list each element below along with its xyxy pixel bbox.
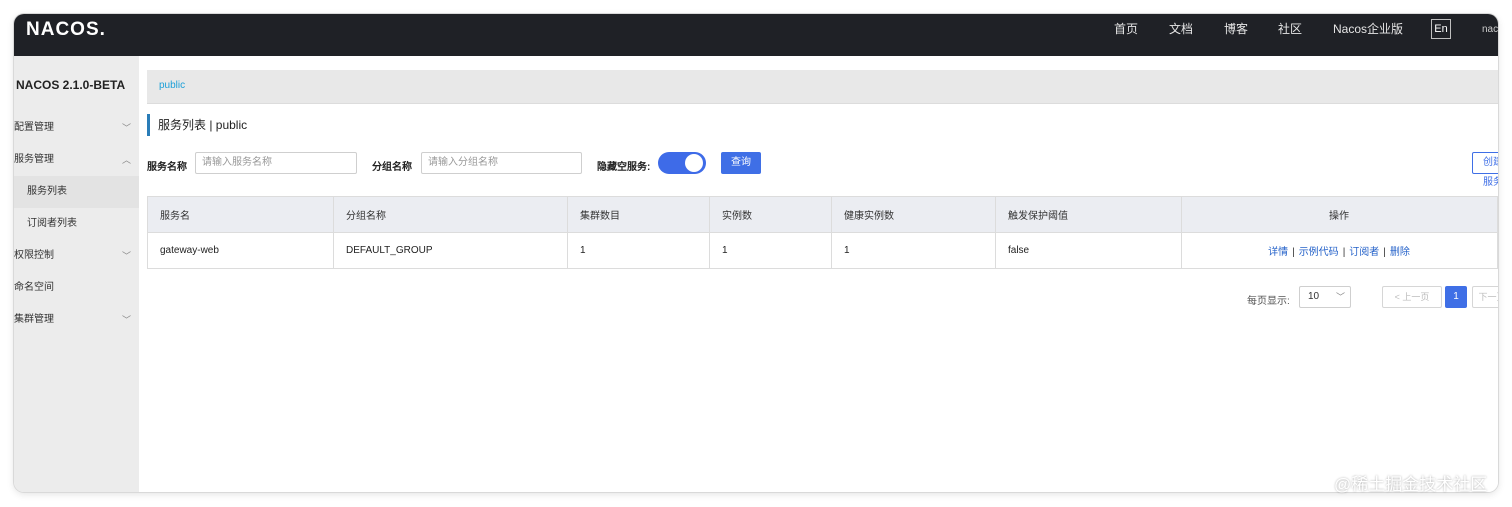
user-menu[interactable]: nacos <box>1482 24 1498 35</box>
app-window: NACOS. 首页 文档 博客 社区 Nacos企业版 En nacos NAC… <box>14 14 1498 492</box>
sidebar-item-label: 权限控制 <box>14 250 54 261</box>
nav-blog-link[interactable]: 博客 <box>1224 22 1248 36</box>
cell-protect-threshold: false <box>995 232 1182 269</box>
prev-page-button[interactable]: < 上一页 <box>1382 286 1442 308</box>
nav-docs-link[interactable]: 文档 <box>1169 22 1193 36</box>
separator: | <box>1383 247 1386 258</box>
search-button[interactable]: 查询 <box>721 152 761 174</box>
chevron-down-icon: ﹀ <box>122 251 132 261</box>
sidebar-item-service-list[interactable]: 服务列表 <box>14 176 139 208</box>
sidebar-item-label: 集群管理 <box>14 314 54 325</box>
sidebar-item-label: 服务列表 <box>27 186 67 197</box>
group-name-label: 分组名称 <box>372 162 412 173</box>
column-header: 分组名称 <box>333 196 568 233</box>
namespace-bar: public <box>147 70 1498 104</box>
namespace-tab-public[interactable]: public <box>159 80 185 91</box>
sidebar: NACOS 2.1.0-BETA 配置管理 ﹀ 服务管理 ︿ 服务列表 订阅者列… <box>14 56 139 492</box>
nacos-logo[interactable]: NACOS. <box>26 19 106 41</box>
cell-healthy-count: 1 <box>831 232 996 269</box>
sidebar-item-label: 命名空间 <box>14 282 54 293</box>
sidebar-item-namespace[interactable]: 命名空间 <box>14 272 139 304</box>
column-header: 集群数目 <box>567 196 710 233</box>
column-header: 操作 <box>1181 196 1498 233</box>
separator: | <box>1342 247 1346 258</box>
details-link[interactable]: 详情 <box>1268 247 1288 258</box>
group-name-input[interactable]: 请输入分组名称 <box>421 152 582 174</box>
column-header: 实例数 <box>709 196 832 233</box>
sidebar-item-label: 服务管理 <box>14 154 54 165</box>
main-content: public 服务列表 | public 服务名称 请输入服务名称 分组名称 请… <box>139 56 1498 492</box>
page-title: 服务列表 | public <box>147 114 247 136</box>
column-header: 触发保护阈值 <box>995 196 1182 233</box>
subscribers-link[interactable]: 订阅者 <box>1349 247 1379 258</box>
sidebar-item-cluster-management[interactable]: 集群管理 ﹀ <box>14 304 139 336</box>
toggle-knob <box>685 154 703 172</box>
chevron-down-icon: ﹀ <box>1336 292 1346 302</box>
sample-code-link[interactable]: 示例代码 <box>1299 247 1339 258</box>
table-header-row: 服务名 分组名称 集群数目 实例数 健康实例数 触发保护阈值 操作 <box>147 196 1498 233</box>
hide-empty-toggle[interactable] <box>658 152 706 174</box>
create-service-button[interactable]: 创建服务 <box>1472 152 1498 188</box>
sidebar-item-access-control[interactable]: 权限控制 ﹀ <box>14 240 139 272</box>
table-row: gateway-web DEFAULT_GROUP 1 1 1 false 详情… <box>147 232 1498 269</box>
watermark: @稀土掘金技术社区 <box>1334 475 1488 494</box>
cell-operations: 详情 | 示例代码 | 订阅者 | 删除 <box>1181 232 1498 269</box>
column-header: 健康实例数 <box>831 196 996 233</box>
per-page-label: 每页显示: <box>1247 296 1290 307</box>
page-1-button[interactable]: 1 <box>1445 286 1467 308</box>
page-size-value: 10 <box>1308 291 1320 302</box>
sidebar-item-config-management[interactable]: 配置管理 ﹀ <box>14 112 139 144</box>
nav-enterprise-link[interactable]: Nacos企业版 <box>1333 22 1403 36</box>
delete-link[interactable]: 删除 <box>1390 247 1410 258</box>
cell-instance-count: 1 <box>709 232 832 269</box>
sidebar-item-label: 配置管理 <box>14 122 54 133</box>
nav-home-link[interactable]: 首页 <box>1114 22 1138 36</box>
version-label: NACOS 2.1.0-BETA <box>16 78 126 92</box>
cell-service-name: gateway-web <box>147 232 334 269</box>
service-name-input[interactable]: 请输入服务名称 <box>195 152 357 174</box>
sidebar-item-label: 订阅者列表 <box>27 218 77 229</box>
service-table: 服务名 分组名称 集群数目 实例数 健康实例数 触发保护阈值 操作 gatewa… <box>147 196 1498 269</box>
cell-cluster-count: 1 <box>567 232 710 269</box>
chevron-down-icon: ﹀ <box>122 315 132 325</box>
nav-community-link[interactable]: 社区 <box>1278 22 1302 36</box>
sidebar-item-subscriber-list[interactable]: 订阅者列表 <box>14 208 139 240</box>
chevron-down-icon: ﹀ <box>122 123 132 133</box>
language-switch-button[interactable]: En <box>1431 19 1451 39</box>
column-header: 服务名 <box>147 196 334 233</box>
hide-empty-label: 隐藏空服务: <box>597 162 651 173</box>
next-page-button[interactable]: 下一页 <box>1472 286 1498 308</box>
service-name-label: 服务名称 <box>147 162 187 173</box>
separator: | <box>1292 247 1295 258</box>
sidebar-item-service-management[interactable]: 服务管理 ︿ <box>14 144 139 176</box>
chevron-up-icon: ︿ <box>122 155 132 165</box>
cell-group-name: DEFAULT_GROUP <box>333 232 568 269</box>
page-size-select[interactable]: 10 ﹀ <box>1299 286 1351 308</box>
top-nav-bar: NACOS. 首页 文档 博客 社区 Nacos企业版 En nacos <box>14 14 1498 56</box>
